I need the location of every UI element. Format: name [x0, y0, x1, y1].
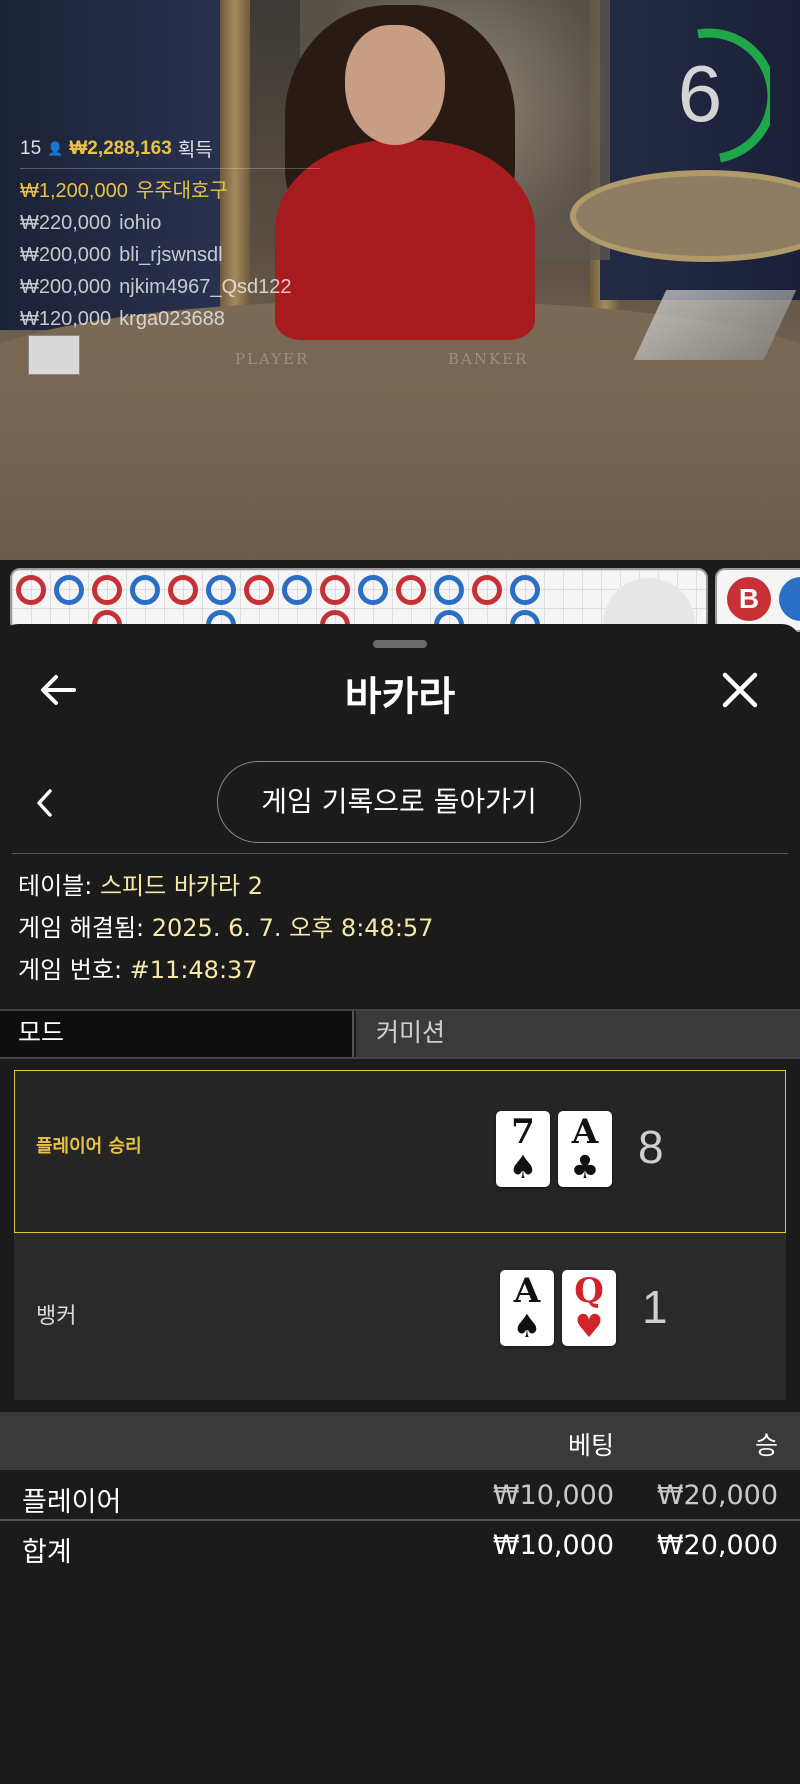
spade-icon: ♠ [512, 1307, 542, 1345]
chevron-left-icon[interactable] [34, 787, 56, 819]
road-bead-banker [92, 575, 122, 605]
card-rank: A [513, 1271, 541, 1311]
info-number-label: 게임 번호: [18, 956, 130, 984]
page-title: 바카라 [344, 675, 456, 719]
winners-count: 15 [20, 137, 42, 159]
winner-amount: ₩120,000 [20, 308, 112, 330]
card-rank: 7 [511, 1112, 535, 1152]
winner-name: iohio [119, 212, 162, 234]
dealer-face [345, 25, 445, 145]
info-number-value: #11:48:37 [129, 956, 258, 984]
road-bead-player [206, 575, 236, 605]
card-rank: A [571, 1112, 599, 1152]
player-card: A ♣ [558, 1111, 612, 1187]
winner-amount: ₩220,000 [20, 212, 112, 234]
row-divider [0, 1519, 800, 1521]
info-resolved-label: 게임 해결됨: [18, 914, 152, 942]
winners-total: ₩2,288,163 [69, 137, 172, 159]
return-to-history-button[interactable]: 게임 기록으로 돌아가기 [217, 761, 581, 843]
road-bead-player [130, 575, 160, 605]
tab-bar: 모드 커미션 [0, 1009, 800, 1059]
player-bead-badge [779, 577, 800, 621]
player-card: 7 ♠ [496, 1111, 550, 1187]
banker-card: Q ♥ [562, 1270, 616, 1346]
winner-name: 우주대호구 [135, 180, 228, 202]
winner-amount: ₩200,000 [20, 276, 112, 298]
road-bead-banker [244, 575, 274, 605]
winner-amount: ₩1,200,000 [20, 180, 128, 202]
winner-row: ₩200,000 njkim4967_Qsd122 [20, 271, 320, 303]
road-bead-player [282, 575, 312, 605]
bet-column-header: 베팅 [567, 1431, 614, 1460]
winner-row: ₩200,000 bli_rjswnsdl [20, 239, 320, 271]
card-stack [28, 335, 80, 375]
winners-list: 15 👤 ₩2,288,163 획득 ₩1,200,000 우주대호구 ₩220,… [20, 135, 320, 335]
total-label: 합계 [22, 1537, 72, 1568]
road-bead-banker [472, 575, 502, 605]
heart-icon: ♥ [574, 1307, 604, 1345]
road-bead-banker [168, 575, 198, 605]
winner-name: bli_rjswnsdl [119, 244, 223, 266]
winner-row: ₩120,000 krga023688 [20, 303, 320, 335]
arrow-left-icon[interactable] [38, 670, 78, 710]
close-icon[interactable] [718, 668, 762, 712]
win-amount: ₩20,000 [656, 1480, 778, 1511]
player-score: 8 [638, 1121, 664, 1173]
hands-panel: 플레이어 승리 7 ♠ A ♣ 8 뱅커 A ♠ Q ♥ 1 [14, 1070, 786, 1400]
winner-amount: ₩200,000 [20, 244, 112, 266]
tab-commission[interactable]: 커미션 [356, 1011, 800, 1057]
road-bead-player [510, 575, 540, 605]
banker-label: 뱅커 [36, 1304, 77, 1329]
total-bet: ₩10,000 [492, 1530, 614, 1561]
win-column-header: 승 [754, 1431, 778, 1460]
bets-table-header: 베팅 승 [0, 1412, 800, 1470]
winners-header: 15 👤 ₩2,288,163 획득 [20, 135, 320, 169]
road-bead-banker [320, 575, 350, 605]
banker-bead-badge: B [727, 577, 771, 621]
info-table-value: 스피드 바카라 2 [99, 872, 263, 900]
tab-mode[interactable]: 모드 [0, 1011, 354, 1057]
banker-score: 1 [642, 1281, 668, 1333]
winner-row: ₩220,000 iohio [20, 207, 320, 239]
road-bead-player [358, 575, 388, 605]
winner-name: njkim4967_Qsd122 [119, 276, 292, 298]
player-result-label: 플레이어 승리 [36, 1136, 142, 1157]
game-history-sheet: 바카라 게임 기록으로 돌아가기 테이블: 스피드 바카라 2 게임 해결됨: … [0, 624, 800, 1784]
live-video-stream: PLAYER BANKER 15 👤 ₩2,288,163 획득 ₩1,200,… [0, 0, 800, 560]
road-predict-panel[interactable]: B [715, 568, 800, 632]
person-icon: 👤 [47, 140, 64, 156]
timer-seconds: 6 [677, 49, 723, 138]
winner-row: ₩1,200,000 우주대호구 [20, 175, 320, 207]
info-game-number: 게임 번호: #11:48:37 [18, 952, 258, 988]
road-bead-banker [396, 575, 426, 605]
table-label-player: PLAYER [235, 350, 310, 368]
spade-icon: ♠ [508, 1148, 538, 1186]
countdown-timer: 6 [660, 28, 777, 168]
sheet-drag-handle[interactable] [373, 640, 427, 648]
info-resolved: 게임 해결됨: 2025. 6. 7. 오후 8:48:57 [18, 910, 433, 946]
road-bead-banker [16, 575, 46, 605]
info-resolved-value: 2025. 6. 7. 오후 8:48:57 [151, 914, 434, 942]
road-bead-player [54, 575, 84, 605]
total-win: ₩20,000 [656, 1530, 778, 1561]
total-row: 합계 ₩10,000 ₩20,000 [0, 1522, 800, 1572]
banker-card: A ♠ [500, 1270, 554, 1346]
info-table-label: 테이블: [18, 872, 100, 900]
card-rank: Q [574, 1271, 604, 1311]
divider [12, 853, 788, 854]
winners-suffix: 획득 [177, 140, 213, 161]
bet-name: 플레이어 [22, 1487, 122, 1518]
table-row: 플레이어 ₩10,000 ₩20,000 [0, 1472, 800, 1522]
table-label-banker: BANKER [448, 350, 529, 368]
road-bead-player [434, 575, 464, 605]
info-table: 테이블: 스피드 바카라 2 [18, 868, 263, 904]
club-icon: ♣ [570, 1148, 600, 1186]
winner-name: krga023688 [119, 308, 225, 330]
bet-amount: ₩10,000 [492, 1480, 614, 1511]
